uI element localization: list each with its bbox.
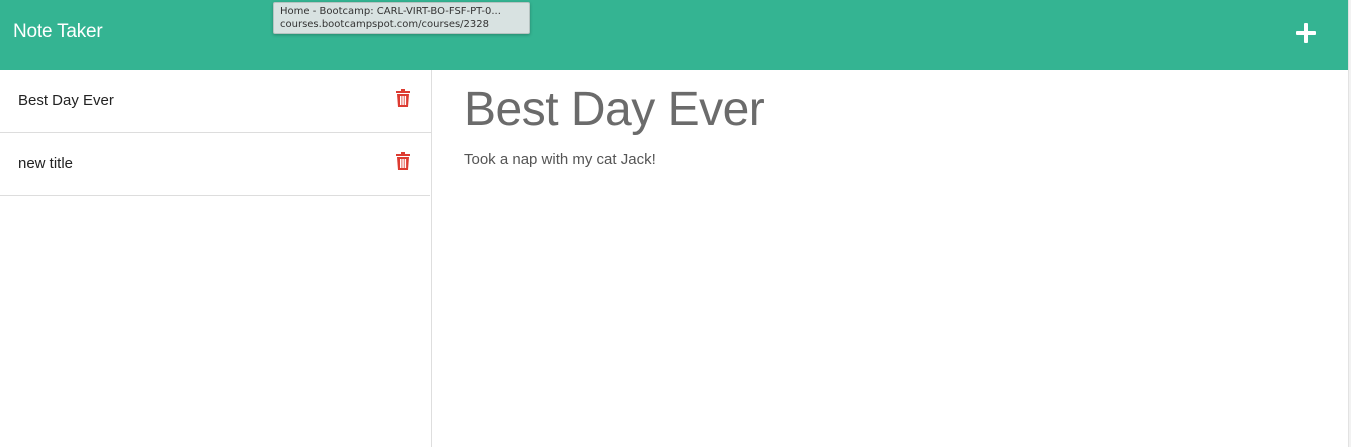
delete-note-trash-icon[interactable] <box>396 152 410 170</box>
app-brand[interactable]: Note Taker <box>13 21 103 43</box>
note-view: Best Day Ever Took a nap with my cat Jac… <box>432 70 1348 447</box>
note-title-field[interactable]: Best Day Ever <box>464 82 765 137</box>
note-list-item[interactable]: Best Day Ever <box>0 70 432 133</box>
tooltip-title: Home - Bootcamp: CARL-VIRT-BO-FSF-PT-0..… <box>280 6 501 17</box>
delete-note-trash-icon[interactable] <box>396 89 410 107</box>
note-list-item-title[interactable]: new title <box>18 155 73 172</box>
link-tooltip: Home - Bootcamp: CARL-VIRT-BO-FSF-PT-0..… <box>273 2 530 34</box>
note-list-item-title[interactable]: Best Day Ever <box>18 92 114 109</box>
tooltip-url: courses.bootcampspot.com/courses/2328 <box>280 19 489 30</box>
note-list-item[interactable]: new title <box>0 133 430 196</box>
notes-sidebar: Best Day Ever new title <box>0 70 432 447</box>
navbar: Note Taker <box>0 0 1348 70</box>
new-note-plus-icon[interactable] <box>1294 21 1318 45</box>
note-text-field[interactable]: Took a nap with my cat Jack! <box>464 151 656 168</box>
